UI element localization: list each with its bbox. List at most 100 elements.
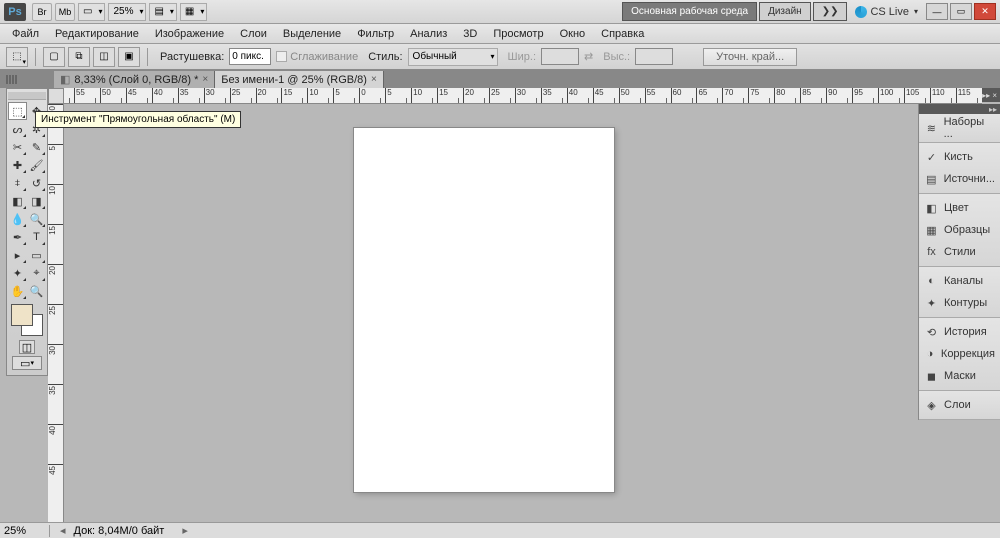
selection-subtract-button[interactable]: ◫	[93, 47, 115, 67]
launch-minibridge-button[interactable]: Mb	[55, 3, 75, 21]
eraser-tool[interactable]: ◧	[8, 192, 27, 210]
hand-tool[interactable]: ✋	[8, 282, 27, 300]
panel-adjustments[interactable]: ◑Коррекция	[919, 343, 1000, 365]
panel-paths[interactable]: ✦Контуры	[919, 292, 1000, 314]
launch-bridge-button[interactable]: Br	[32, 3, 52, 21]
screen-mode-button[interactable]: ▭▾	[12, 356, 42, 370]
panel-color[interactable]: ◧Цвет	[919, 197, 1000, 219]
path-select-tool[interactable]: ▸	[8, 246, 27, 264]
foreground-color[interactable]	[11, 304, 33, 326]
panel-styles[interactable]: fxСтили	[919, 241, 1000, 263]
3d-camera-tool[interactable]: ⌖	[27, 264, 46, 282]
panel-collapse-button[interactable]: ▸▸ ×	[982, 88, 1000, 102]
type-tool[interactable]: T	[27, 228, 46, 246]
selection-intersect-button[interactable]: ▣	[118, 47, 140, 67]
status-info-menu[interactable]: ▸	[182, 524, 188, 537]
lasso-tool[interactable]: ᔕ	[8, 120, 27, 138]
panel-brush[interactable]: ✓Кисть	[919, 146, 1000, 168]
eyedropper-tool[interactable]: ✎	[27, 138, 46, 156]
3d-tool[interactable]: ✦	[8, 264, 27, 282]
feather-input[interactable]	[229, 48, 271, 65]
swatches-icon: ▦	[924, 223, 939, 237]
window-minimize-button[interactable]: —	[926, 3, 948, 20]
cs-live-button[interactable]: CS Live▾	[855, 6, 918, 18]
status-zoom[interactable]: 25%	[0, 525, 50, 537]
panel-channels[interactable]: ◐Каналы	[919, 270, 1000, 292]
options-bar: ⬚▾ ▢ ⧉ ◫ ▣ Растушевка: Сглаживание Стиль…	[0, 44, 1000, 70]
document-tab-0[interactable]: ◧ 8,33% (Слой 0, RGB/8) * ×	[54, 71, 215, 88]
app-logo: Ps	[4, 3, 26, 21]
menu-edit[interactable]: Редактирование	[47, 26, 147, 42]
refine-edge-button[interactable]: Уточн. край...	[703, 48, 797, 66]
menu-analysis[interactable]: Анализ	[402, 26, 455, 42]
menu-file[interactable]: Файл	[4, 26, 47, 42]
panel-layers[interactable]: ◈Слои	[919, 394, 1000, 416]
dodge-tool[interactable]: 🔍	[27, 210, 46, 228]
panel-dock: ▸▸ ≋Наборы ... ✓Кисть ▤Источни... ◧Цвет …	[918, 104, 1000, 420]
workspace-main-button[interactable]: Основная рабочая среда	[622, 2, 757, 21]
blur-tool[interactable]: 💧	[8, 210, 27, 228]
document-canvas[interactable]	[354, 128, 614, 492]
menu-help[interactable]: Справка	[593, 26, 652, 42]
menu-image[interactable]: Изображение	[147, 26, 232, 42]
antialias-checkbox: Сглаживание	[276, 51, 358, 63]
style-select[interactable]: Обычный	[408, 48, 498, 66]
status-doc-info[interactable]: Док: 8,04M/0 байт	[66, 525, 173, 537]
menu-select[interactable]: Выделение	[275, 26, 349, 42]
workspace-more-button[interactable]: ❯❯	[813, 2, 848, 21]
close-tab-icon[interactable]: ×	[202, 74, 208, 85]
view-extras-select[interactable]: ▤	[149, 3, 176, 21]
history-brush-tool[interactable]: ↺	[27, 174, 46, 192]
screen-mode-select[interactable]: ▭	[78, 3, 105, 21]
ruler-origin[interactable]	[48, 88, 64, 104]
menu-view[interactable]: Просмотр	[485, 26, 551, 42]
color-swatch[interactable]	[11, 304, 43, 336]
stamp-tool[interactable]: ⧧	[8, 174, 27, 192]
menu-3d[interactable]: 3D	[455, 26, 485, 42]
panel-swatches[interactable]: ▦Образцы	[919, 219, 1000, 241]
history-icon: ⟲	[924, 325, 939, 339]
menu-layers[interactable]: Слои	[232, 26, 275, 42]
panel-dock-collapse-button[interactable]: ▸▸	[919, 104, 1000, 114]
window-maximize-button[interactable]: ▭	[950, 3, 972, 20]
panel-masks[interactable]: ◼Маски	[919, 365, 1000, 387]
quick-mask-button[interactable]: ◫	[19, 340, 35, 354]
toolbox: ⬚ ✥ ᔕ ✲ ✂ ✎ ✚ 🖌 ⧧ ↺ ◧ ◨ 💧 🔍 ✒ T	[6, 88, 48, 376]
width-label: Шир.:	[508, 51, 536, 63]
menu-window[interactable]: Окно	[552, 26, 594, 42]
selection-add-button[interactable]: ⧉	[68, 47, 90, 67]
layers-icon: ◈	[924, 398, 939, 412]
masks-icon: ◼	[924, 369, 939, 383]
height-input	[635, 48, 673, 65]
tool-preset-button[interactable]: ⬚▾	[6, 47, 28, 67]
shape-tool[interactable]: ▭	[27, 246, 46, 264]
healing-tool[interactable]: ✚	[8, 156, 27, 174]
pen-tool[interactable]: ✒	[8, 228, 27, 246]
canvas-viewport[interactable]	[64, 104, 904, 522]
style-label: Стиль:	[368, 51, 402, 63]
panel-presets[interactable]: ≋Наборы ...	[919, 117, 1000, 139]
zoom-select[interactable]: 25%	[108, 3, 146, 21]
document-tab-1[interactable]: Без имени-1 @ 25% (RGB/8) ×	[215, 71, 384, 88]
marquee-tool[interactable]: ⬚	[8, 102, 27, 120]
gradient-tool[interactable]: ◨	[27, 192, 46, 210]
close-tab-icon[interactable]: ×	[371, 74, 377, 85]
crop-tool[interactable]: ✂	[8, 138, 27, 156]
document-tab-bar: ◧ 8,33% (Слой 0, RGB/8) * × Без имени-1 …	[0, 70, 1000, 88]
arrange-select[interactable]: ▦	[180, 3, 207, 21]
vertical-ruler[interactable]: 051015202530354045	[48, 104, 64, 522]
brush-tool[interactable]: 🖌	[27, 156, 46, 174]
menu-filter[interactable]: Фильтр	[349, 26, 402, 42]
panel-clone-source[interactable]: ▤Источни...	[919, 168, 1000, 190]
cs-live-icon	[855, 6, 867, 18]
horizontal-ruler[interactable]: 6055504540353025201510505101520253035404…	[48, 88, 982, 104]
selection-mode-group: ▢ ⧉ ◫ ▣	[43, 47, 140, 67]
panel-history[interactable]: ⟲История	[919, 321, 1000, 343]
workspace-design-button[interactable]: Дизайн	[759, 2, 811, 21]
zoom-tool[interactable]: 🔍	[27, 282, 46, 300]
window-close-button[interactable]: ✕	[974, 3, 996, 20]
channels-icon: ◐	[924, 274, 939, 288]
tab-bar-gripper[interactable]	[6, 72, 46, 86]
selection-new-button[interactable]: ▢	[43, 47, 65, 67]
toolbox-gripper[interactable]	[8, 92, 46, 100]
